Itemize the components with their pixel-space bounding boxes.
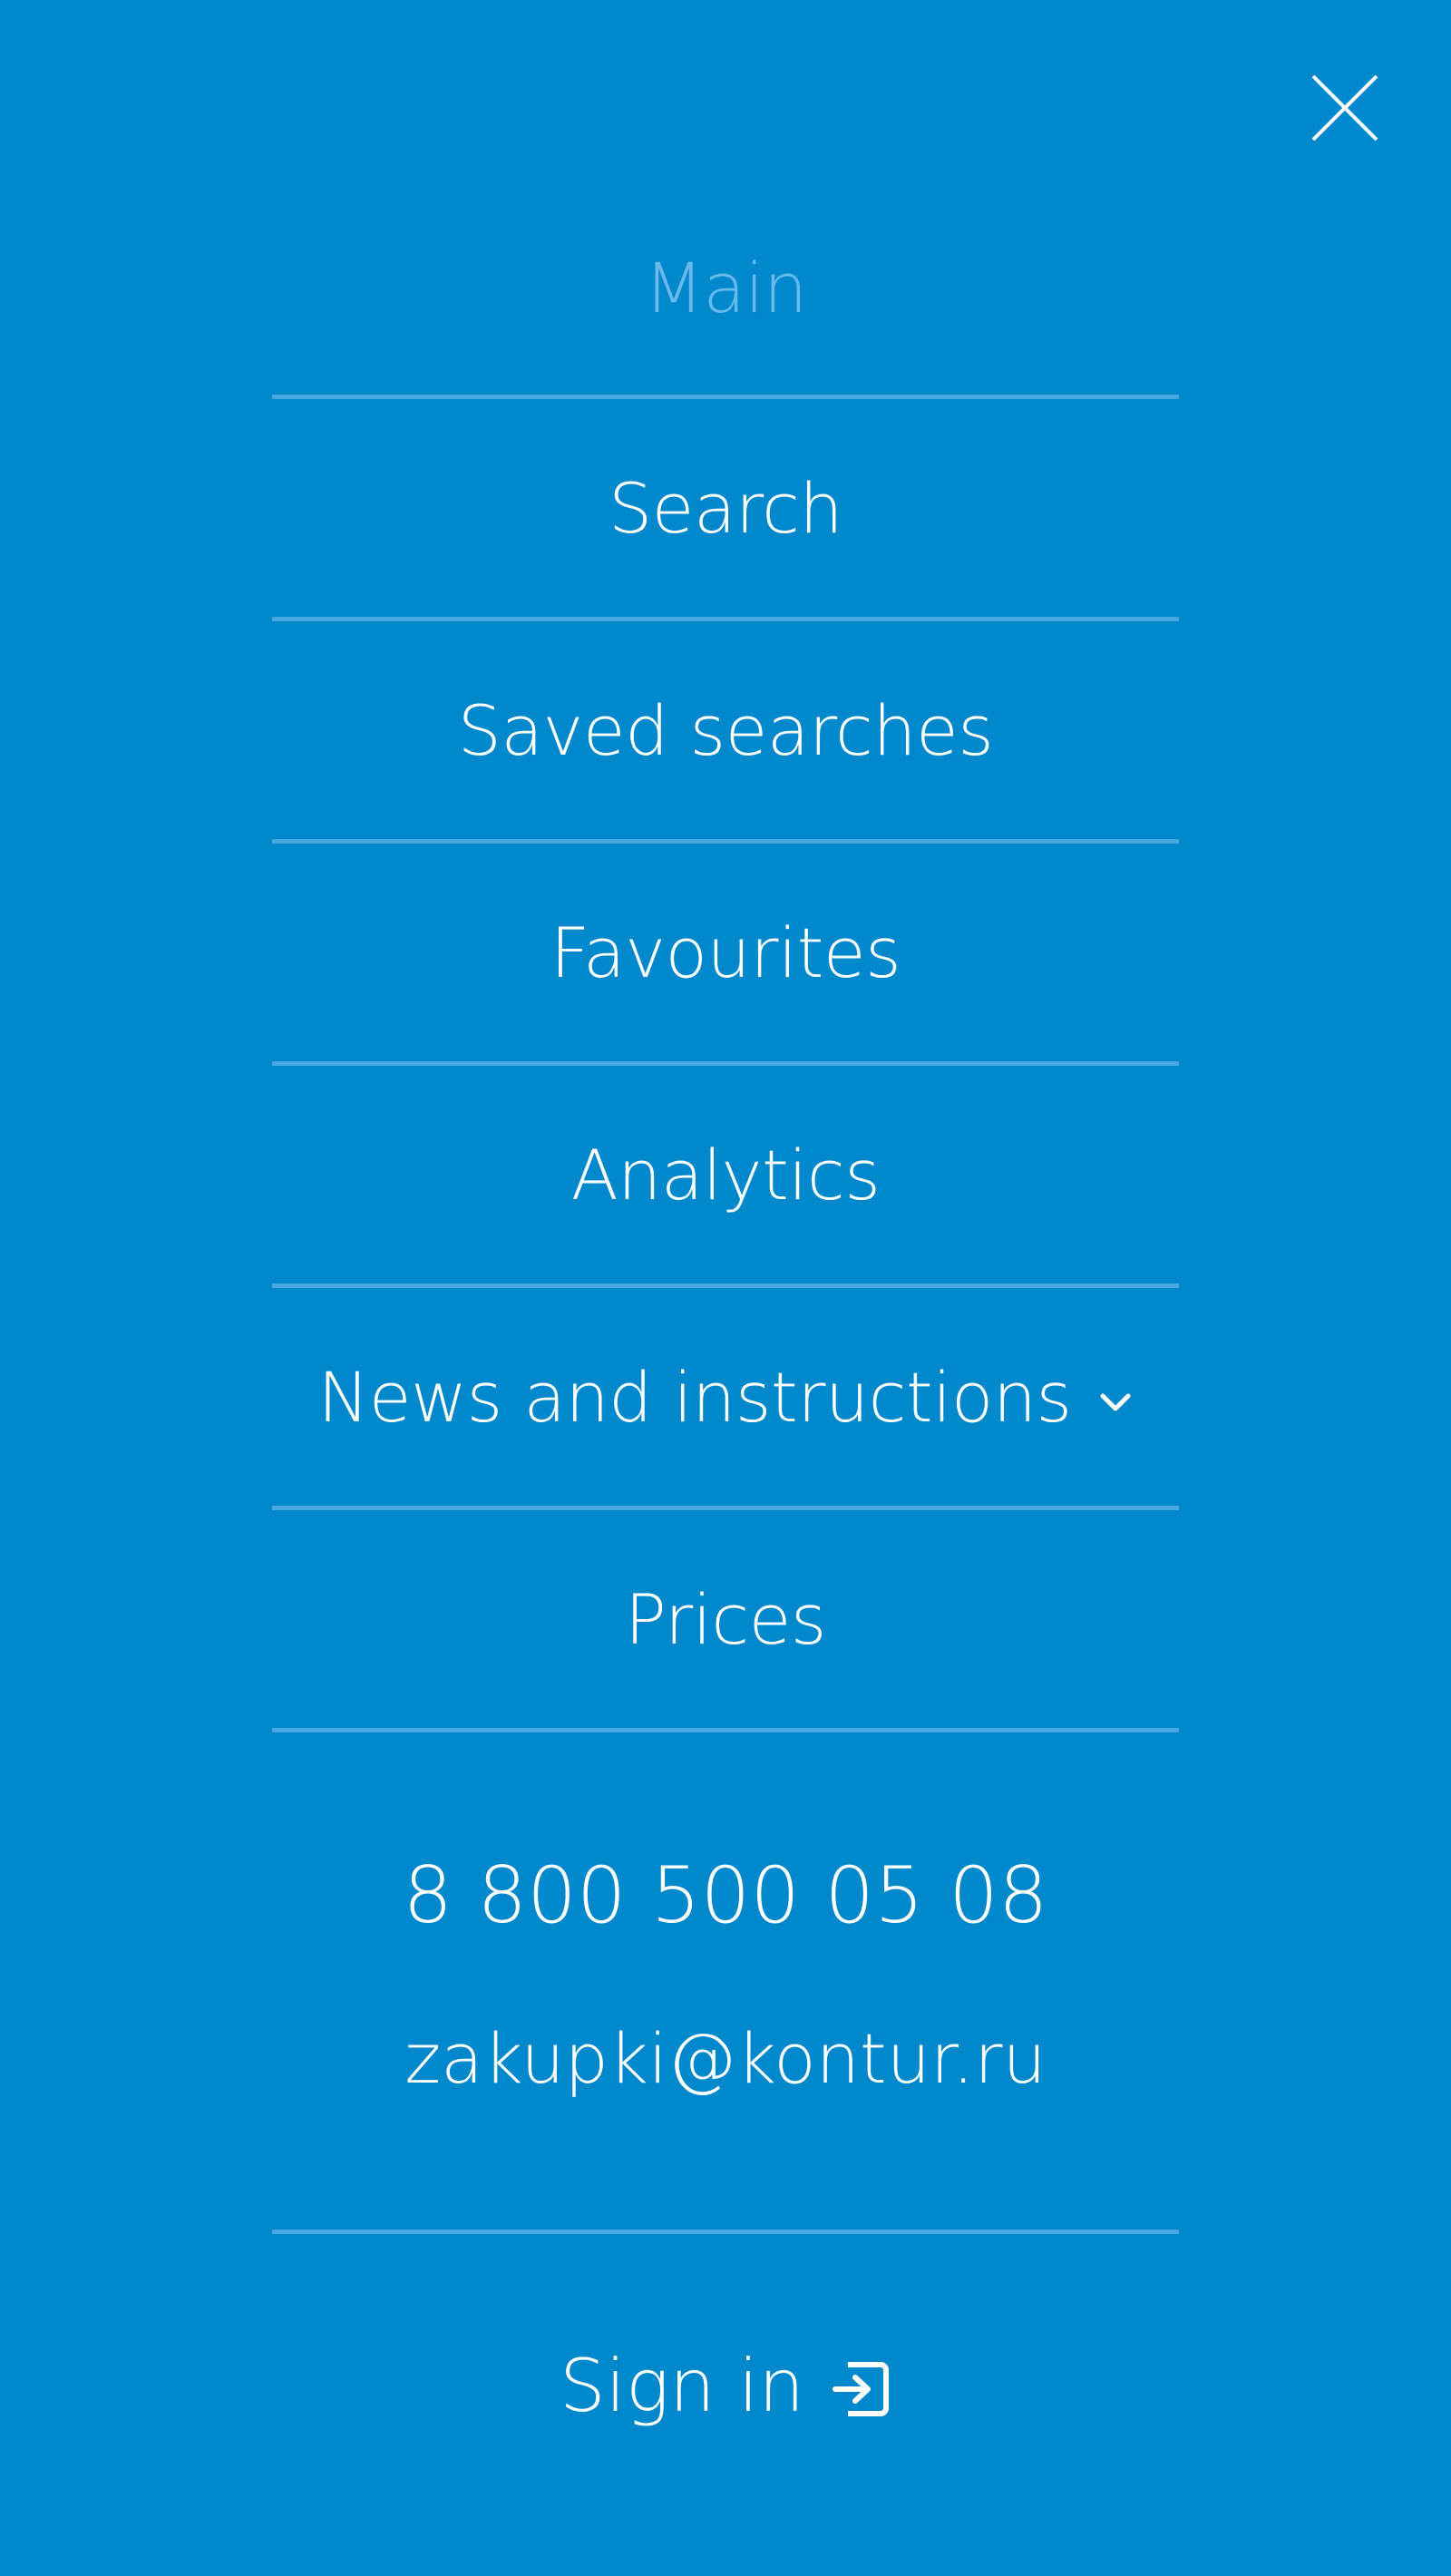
menu-item-label: News and instructions bbox=[317, 1356, 1072, 1438]
menu-item-prices[interactable]: Prices bbox=[272, 1510, 1179, 1732]
sign-in-label: Sign in bbox=[559, 2343, 805, 2428]
menu-item-search[interactable]: Search bbox=[272, 399, 1179, 621]
menu-item-main[interactable]: Main bbox=[272, 181, 1179, 399]
menu-item-news-and-instructions[interactable]: News and instructions bbox=[272, 1288, 1179, 1510]
email-link[interactable]: zakupki@kontur.ru bbox=[272, 1995, 1179, 2122]
menu-item-favourites[interactable]: Favourites bbox=[272, 844, 1179, 1066]
menu-item-label: Search bbox=[608, 467, 843, 549]
divider bbox=[272, 2230, 1179, 2234]
chevron-down-icon bbox=[1097, 1384, 1134, 1420]
menu-item-label: Prices bbox=[625, 1578, 827, 1660]
menu-item-saved-searches[interactable]: Saved searches bbox=[272, 621, 1179, 844]
close-button[interactable] bbox=[1304, 67, 1386, 149]
menu-item-label: Favourites bbox=[550, 912, 901, 993]
menu-item-label: Analytics bbox=[570, 1134, 881, 1215]
sign-in-icon bbox=[828, 2357, 891, 2421]
phone-number[interactable]: 8 800 500 05 08 bbox=[272, 1823, 1179, 1968]
menu-item-label: Saved searches bbox=[457, 689, 994, 771]
menu-item-analytics[interactable]: Analytics bbox=[272, 1066, 1179, 1288]
main-menu: Main Search Saved searches Favourites An… bbox=[272, 181, 1179, 1732]
close-icon bbox=[1311, 74, 1378, 141]
sign-in-button[interactable]: Sign in bbox=[272, 2322, 1179, 2449]
menu-item-label: Main bbox=[644, 248, 807, 328]
